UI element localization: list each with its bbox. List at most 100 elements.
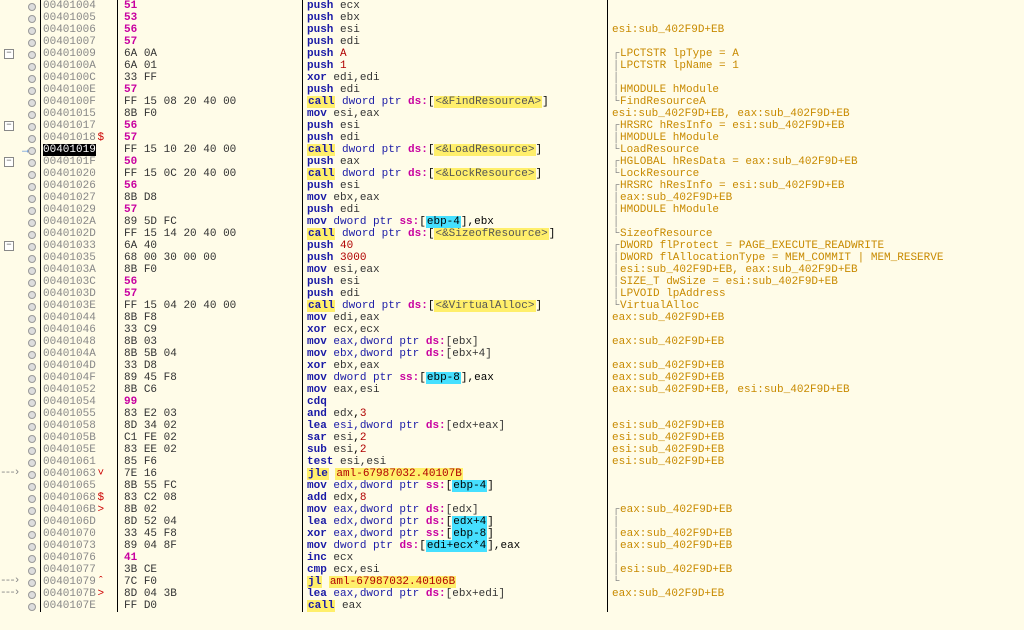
disasm-cell[interactable]: jle aml-67987032.40107B	[303, 468, 608, 480]
disasm-cell[interactable]: push edi	[303, 84, 608, 96]
disasm-cell[interactable]: mov dword ptr ss:[ebp-8],eax	[303, 372, 608, 384]
address-cell[interactable]: 00401005	[41, 12, 118, 24]
address-cell[interactable]: 00401055	[41, 408, 118, 420]
breakpoint-dot[interactable]	[28, 591, 36, 599]
breakpoint-dot[interactable]	[28, 27, 36, 35]
address-cell[interactable]: 00401061	[41, 456, 118, 468]
breakpoint-dot[interactable]	[28, 267, 36, 275]
address-cell[interactable]: 0040105B	[41, 432, 118, 444]
disasm-cell[interactable]: lea edx,dword ptr ds:[edx+4]	[303, 516, 608, 528]
address-cell[interactable]: 00401065	[41, 480, 118, 492]
breakpoint-dot[interactable]	[28, 495, 36, 503]
address-cell[interactable]: 00401015	[41, 108, 118, 120]
breakpoint-dot[interactable]	[28, 135, 36, 143]
breakpoint-dot[interactable]	[28, 51, 36, 59]
address-cell[interactable]: 00401068$	[41, 492, 118, 504]
disasm-cell[interactable]: lea eax,dword ptr ds:[ebx+edi]	[303, 588, 608, 600]
disasm-cell[interactable]: push esi	[303, 24, 608, 36]
breakpoint-dot[interactable]	[28, 603, 36, 611]
breakpoint-dot[interactable]	[28, 459, 36, 467]
address-cell[interactable]: 0040103E	[41, 300, 118, 312]
breakpoint-dot[interactable]	[28, 411, 36, 419]
disasm-cell[interactable]: call eax	[303, 600, 608, 612]
disasm-cell[interactable]: push A	[303, 48, 608, 60]
breakpoint-dot[interactable]	[28, 447, 36, 455]
disasm-cell[interactable]: and edx,3	[303, 408, 608, 420]
disasm-cell[interactable]: inc ecx	[303, 552, 608, 564]
disasm-cell[interactable]: cdq	[303, 396, 608, 408]
disasm-cell[interactable]: push edi	[303, 204, 608, 216]
breakpoint-dot[interactable]	[28, 327, 36, 335]
breakpoint-dot[interactable]	[28, 279, 36, 287]
disasm-cell[interactable]: push edi	[303, 36, 608, 48]
disasm-cell[interactable]: push ebx	[303, 12, 608, 24]
address-cell[interactable]: 00401044	[41, 312, 118, 324]
breakpoint-dot[interactable]	[28, 87, 36, 95]
breakpoint-dot[interactable]	[28, 15, 36, 23]
disasm-cell[interactable]: mov edx,dword ptr ss:[ebp-4]	[303, 480, 608, 492]
disasm-cell[interactable]: sub esi,2	[303, 444, 608, 456]
address-cell[interactable]: 0040100E	[41, 84, 118, 96]
breakpoint-dot[interactable]	[28, 399, 36, 407]
disasm-cell[interactable]: test esi,esi	[303, 456, 608, 468]
disasm-cell[interactable]: xor ebx,eax	[303, 360, 608, 372]
disasm-cell[interactable]: mov esi,eax	[303, 108, 608, 120]
disasm-cell[interactable]: jl aml-67987032.40106B	[303, 576, 608, 588]
breakpoint-dot[interactable]	[28, 435, 36, 443]
disasm-cell[interactable]: call dword ptr ds:[<&VirtualAlloc>]	[303, 300, 608, 312]
disasm-cell[interactable]: cmp ecx,esi	[303, 564, 608, 576]
address-cell[interactable]: 00401046	[41, 324, 118, 336]
address-cell[interactable]: 00401033	[41, 240, 118, 252]
disasm-cell[interactable]: xor eax,dword ptr ss:[ebp-8]	[303, 528, 608, 540]
disasm-cell[interactable]: push edi	[303, 288, 608, 300]
fold-icon[interactable]: −	[4, 121, 14, 131]
breakpoint-dot[interactable]	[28, 231, 36, 239]
breakpoint-dot[interactable]	[28, 111, 36, 119]
address-cell[interactable]: 00401017	[41, 120, 118, 132]
breakpoint-dot[interactable]	[28, 375, 36, 383]
address-cell[interactable]: 0040101F	[41, 156, 118, 168]
address-cell[interactable]: 00401076	[41, 552, 118, 564]
breakpoint-dot[interactable]	[28, 3, 36, 11]
breakpoint-dot[interactable]	[28, 183, 36, 191]
address-cell[interactable]: 00401019	[41, 144, 118, 156]
address-cell[interactable]: 00401077	[41, 564, 118, 576]
breakpoint-dot[interactable]	[28, 63, 36, 71]
address-cell[interactable]: 0040104D	[41, 360, 118, 372]
disasm-cell[interactable]: lea esi,dword ptr ds:[edx+eax]	[303, 420, 608, 432]
breakpoint-dot[interactable]	[28, 567, 36, 575]
disasm-cell[interactable]: call dword ptr ds:[<&SizeofResource>]	[303, 228, 608, 240]
disasm-cell[interactable]: mov dword ptr ds:[edi+ecx*4],eax	[303, 540, 608, 552]
address-cell[interactable]: 00401007	[41, 36, 118, 48]
breakpoint-dot[interactable]	[28, 471, 36, 479]
address-cell[interactable]: 00401006	[41, 24, 118, 36]
address-cell[interactable]: 00401048	[41, 336, 118, 348]
address-cell[interactable]: 00401070	[41, 528, 118, 540]
breakpoint-dot[interactable]	[28, 75, 36, 83]
address-cell[interactable]: 0040107B>	[41, 588, 118, 600]
disasm-cell[interactable]: push esi	[303, 120, 608, 132]
breakpoint-dot[interactable]	[28, 243, 36, 251]
address-cell[interactable]: 0040100C	[41, 72, 118, 84]
address-cell[interactable]: 00401035	[41, 252, 118, 264]
address-cell[interactable]: 0040103A	[41, 264, 118, 276]
address-cell[interactable]: 00401073	[41, 540, 118, 552]
address-cell[interactable]: 00401004	[41, 0, 118, 12]
disasm-cell[interactable]: sar esi,2	[303, 432, 608, 444]
breakpoint-dot[interactable]	[28, 219, 36, 227]
breakpoint-dot[interactable]	[28, 519, 36, 527]
disasm-cell[interactable]: xor ecx,ecx	[303, 324, 608, 336]
breakpoint-dot[interactable]	[28, 39, 36, 47]
address-cell[interactable]: 0040105E	[41, 444, 118, 456]
breakpoint-dot[interactable]	[28, 255, 36, 263]
disasm-cell[interactable]: mov eax,dword ptr ds:[edx]	[303, 504, 608, 516]
disasm-cell[interactable]: mov edi,eax	[303, 312, 608, 324]
disasm-cell[interactable]: push ecx	[303, 0, 608, 12]
disasm-cell[interactable]: mov eax,dword ptr ds:[ebx]	[303, 336, 608, 348]
breakpoint-dot[interactable]	[28, 579, 36, 587]
disasm-cell[interactable]: mov ebx,dword ptr ds:[ebx+4]	[303, 348, 608, 360]
breakpoint-dot[interactable]	[28, 555, 36, 563]
disasm-cell[interactable]: mov dword ptr ss:[ebp-4],ebx	[303, 216, 608, 228]
breakpoint-dot[interactable]	[28, 195, 36, 203]
disasm-cell[interactable]: mov ebx,eax	[303, 192, 608, 204]
